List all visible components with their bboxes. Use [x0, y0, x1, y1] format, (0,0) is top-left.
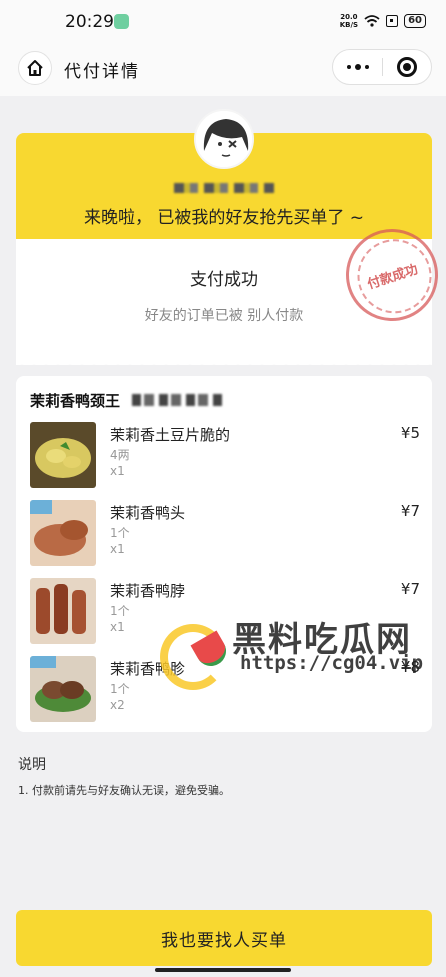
item-name: 茉莉香鸭头 — [110, 504, 186, 522]
more-options-button[interactable] — [333, 50, 382, 84]
item-price: ¥7 — [400, 502, 420, 520]
item-quantity: x1 — [110, 542, 125, 556]
watermark-url: https://cg04.vip — [240, 652, 424, 674]
potato-slices-image — [30, 422, 96, 488]
notes-text: 1. 付款前请先与好友确认无误，避免受骗。 — [18, 784, 230, 797]
friend-avatar — [194, 109, 254, 169]
item-thumbnail — [30, 578, 96, 644]
nav-bar: 代付详情 — [0, 42, 446, 96]
target-icon — [396, 57, 417, 77]
payment-result-card: 来晚啦， 已被我的好友抢先买单了 ~ 支付成功 好友的订单已被 别人付款 付款成… — [16, 109, 446, 370]
mini-program-capsule — [332, 49, 432, 85]
network-speed-unit: KB/S — [339, 21, 359, 29]
item-spec: 1个 — [110, 526, 130, 540]
order-item: 茉莉香鸭头 1个 x1 ¥7 — [30, 500, 420, 568]
item-quantity: x1 — [110, 464, 125, 478]
more-dot-icon — [364, 65, 369, 69]
more-dot-icon — [346, 65, 351, 69]
find-someone-to-pay-button[interactable]: 我也要找人买单 — [16, 910, 432, 966]
sim-icon — [386, 15, 399, 27]
item-quantity: x1 — [110, 620, 125, 634]
item-thumbnail — [30, 422, 96, 488]
ticket-edge — [16, 360, 432, 370]
status-time: 20:29 — [65, 12, 114, 32]
stamp-text: 付款成功 — [365, 261, 420, 293]
app-notification-icon — [114, 14, 129, 29]
item-thumbnail — [30, 500, 96, 566]
shop-row: 茉莉香鸭颈王 — [30, 390, 223, 410]
item-spec: 1个 — [110, 682, 130, 696]
shop-name-mosaic — [132, 394, 223, 406]
result-detail: 支付成功 好友的订单已被 别人付款 付款成功 — [16, 217, 446, 370]
item-price: ¥5 — [400, 424, 420, 442]
item-quantity: x2 — [110, 698, 125, 712]
order-card: 茉莉香鸭颈王 茉莉香土豆片脆的 4两 x1 ¥5 茉莉香鸭头 1个 x1 ¥7 … — [16, 376, 432, 732]
item-price: ¥7 — [400, 580, 420, 598]
wifi-icon — [364, 15, 380, 27]
item-name: 茉莉香鸭脖 — [110, 582, 186, 600]
avatar-illustration — [196, 111, 252, 167]
shop-name: 茉莉香鸭颈王 — [30, 391, 121, 410]
order-item: 茉莉香土豆片脆的 4两 x1 ¥5 — [30, 422, 420, 490]
more-dot-icon — [354, 64, 361, 70]
page-title: 代付详情 — [64, 62, 140, 82]
item-name: 茉莉香土豆片脆的 — [110, 426, 231, 444]
friend-name-mosaic — [174, 183, 274, 193]
close-mini-program-button[interactable] — [383, 50, 431, 84]
result-banner-text: 来晚啦， 已被我的好友抢先买单了 ~ — [83, 208, 365, 228]
status-icons: 20.0 KB/S 60 — [340, 13, 426, 29]
home-icon — [27, 60, 43, 76]
network-speed-value: 20.0 — [340, 13, 358, 21]
network-speed: 20.0 KB/S — [340, 13, 358, 29]
item-spec: 4两 — [110, 448, 130, 462]
home-indicator — [155, 968, 291, 972]
battery-icon: 60 — [404, 14, 426, 28]
result-banner: 来晚啦， 已被我的好友抢先买单了 ~ — [16, 109, 432, 239]
duck-neck-image — [30, 578, 96, 644]
item-thumbnail — [30, 656, 96, 722]
status-bar: 20:29 20.0 KB/S 60 — [0, 0, 446, 42]
duck-gizzard-image — [30, 656, 96, 722]
home-button[interactable] — [18, 51, 52, 85]
item-spec: 1个 — [110, 604, 130, 618]
notes-title: 说明 — [18, 757, 46, 773]
duck-head-image — [30, 500, 96, 566]
